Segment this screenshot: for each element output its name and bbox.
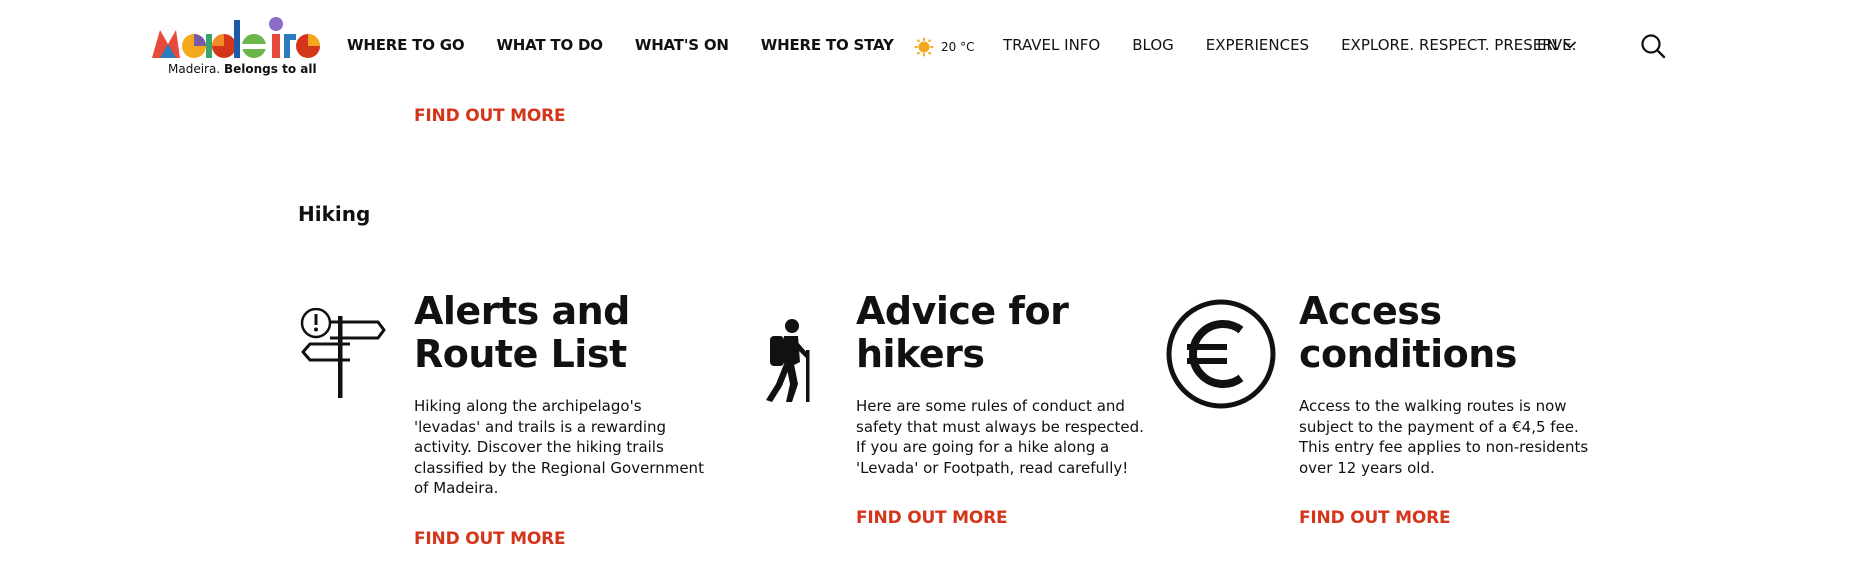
site-header: Madeira. Belongs to all WHERE TO GO WHAT… [0,0,1859,92]
logo-tagline: Madeira. Belongs to all [168,62,317,76]
language-selector[interactable]: EN [1537,36,1576,54]
nav-travel-info[interactable]: TRAVEL INFO [1003,36,1100,54]
nav-where-to-stay[interactable]: WHERE TO STAY [761,36,894,54]
card-title: Access conditions [1299,289,1517,376]
nav-experiences[interactable]: EXPERIENCES [1206,36,1309,54]
card-title: Advice for hikers [856,289,1069,376]
weather-temperature: 20 °C [941,40,975,54]
madeira-wordmark-icon [152,17,320,58]
find-out-more-link[interactable]: FIND OUT MORE [856,508,1146,528]
madeira-logo[interactable]: Madeira. Belongs to all [150,14,320,80]
card-body: Advice for hikers Here are some rules of… [856,289,1146,529]
card-description: Hiking along the archipelago's 'levadas'… [414,397,704,497]
nav-whats-on[interactable]: WHAT'S ON [635,36,729,54]
nav-what-to-do[interactable]: WHAT TO DO [496,36,603,54]
search-icon[interactable] [1640,33,1666,59]
euro-icon [1166,299,1276,409]
section-title: Hiking [298,202,371,226]
previous-section-link-wrap: FIND OUT MORE [414,106,566,126]
nav-blog[interactable]: BLOG [1132,36,1174,54]
chevron-down-icon [1563,41,1576,49]
signpost-alert-icon [300,308,386,398]
card-title: Alerts and Route List [414,289,630,376]
card-description: Here are some rules of conduct and safet… [856,397,1144,477]
nav-where-to-go[interactable]: WHERE TO GO [347,36,465,54]
find-out-more-link[interactable]: FIND OUT MORE [414,106,566,126]
find-out-more-link[interactable]: FIND OUT MORE [414,529,704,549]
card-description: Access to the walking routes is now subj… [1299,397,1589,477]
find-out-more-link[interactable]: FIND OUT MORE [1299,508,1589,528]
weather-widget: 20 °C [914,37,974,57]
main-nav: WHERE TO GO WHAT TO DO WHAT'S ON WHERE T… [347,36,926,54]
hiker-icon [766,319,810,402]
language-label: EN [1537,36,1558,54]
card-body: Access conditions Access to the walking … [1299,289,1589,529]
card-body: Alerts and Route List Hiking along the a… [414,290,704,549]
sun-icon [914,37,934,57]
secondary-nav: TRAVEL INFO BLOG EXPERIENCES EXPLORE. RE… [1003,36,1608,54]
